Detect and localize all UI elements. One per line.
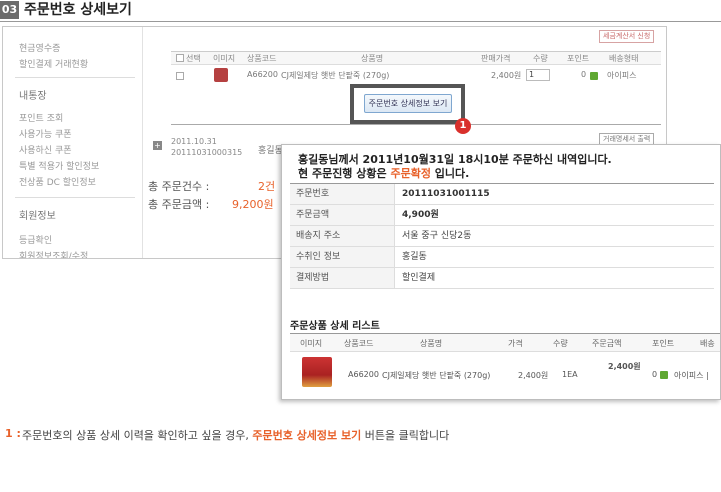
order-number: 20111031000315 [171, 148, 243, 157]
info-row: 주문번호 20111031001115 [290, 184, 714, 205]
col-header: 이미지 [300, 339, 323, 348]
sidebar-divider [15, 77, 135, 78]
col-header: 상품명 [361, 54, 384, 63]
caption-text: 주문번호의 상품 상세 이력을 확인하고 싶을 경우, 주문번호 상세정보 보기… [22, 427, 449, 443]
order-table-header: 선택 이미지 상품코드 상품명 판매가격 수량 포인트 배송형태 [171, 51, 661, 65]
col-header: 상품코드 [247, 54, 277, 63]
col-header: 이미지 [213, 54, 236, 63]
info-value: 할인결제 [402, 273, 436, 283]
col-header: 배송형태 [609, 54, 639, 63]
product-name: CJ제일제당 햇반 단팥죽 (270g) [281, 71, 390, 80]
sidebar-item-cash-receipt[interactable]: 현금영수증 [19, 43, 60, 55]
info-label: 수취인 정보 [290, 247, 395, 267]
row-checkbox[interactable] [176, 72, 184, 80]
sidebar-divider [15, 197, 135, 198]
product-amount: 2,400원 [608, 362, 641, 371]
col-header: 판매가격 [481, 54, 511, 63]
product-thumbnail [214, 68, 228, 82]
info-value: 20111031001115 [402, 189, 490, 199]
order-status-message: 현 주문진행 상황은 주문확정 입니다. [298, 165, 469, 181]
col-header: 포인트 [567, 54, 590, 63]
caption-after: 버튼을 클릭합니다 [361, 429, 450, 442]
table-row: A66200 CJ제일제당 햇반 단팥죽 (270g) 2,400원 1 0 아… [171, 67, 661, 85]
product-image [302, 357, 332, 387]
order-count-label: 총 주문건수 : [148, 180, 210, 193]
caption-number: 1 : [5, 427, 21, 440]
col-header: 선택 [186, 54, 201, 63]
section-number-badge: 03 [0, 1, 19, 19]
product-qty: 1EA [562, 370, 578, 379]
order-count-value: 2건 [258, 180, 276, 193]
orderer-name: 홍길동 [258, 146, 283, 156]
info-value: 서울 중구 신당2동 [402, 231, 472, 241]
sidebar-item-grade[interactable]: 등급확인 [19, 235, 52, 247]
tax-invoice-button[interactable]: 세금계산서 신청 [599, 30, 655, 43]
sidebar-item-member-info[interactable]: 회원정보조회/수정 [19, 251, 88, 258]
sidebar-group-title: 내통장 [19, 91, 47, 102]
point-icon [660, 371, 668, 379]
order-detail-button[interactable]: 주문번호 상세정보 보기 [364, 94, 452, 113]
header-divider [0, 21, 721, 22]
status-suffix: 입니다. [430, 167, 470, 180]
quantity-input[interactable]: 1 [526, 69, 550, 81]
sidebar: 현금영수증 할인결제 거래현황 내통장 포인트 조회 사용가능 쿠폰 사용하신 … [3, 27, 143, 258]
status-prefix: 현 주문진행 상황은 [298, 167, 391, 180]
col-header: 가격 [508, 339, 523, 348]
caption-before: 주문번호의 상품 상세 이력을 확인하고 싶을 경우, [22, 429, 253, 442]
col-header: 주문금액 [592, 339, 622, 348]
order-date: 2011.10.31 [171, 137, 217, 146]
highlight-box: 주문번호 상세정보 보기 [350, 84, 465, 124]
order-date-number: 2011.10.31 20111031000315 [171, 136, 242, 158]
section-header: 03 주문번호 상세보기 [0, 0, 721, 22]
info-row: 주문금액 4,900원 [290, 205, 714, 226]
sidebar-item-dc-info[interactable]: 전상품 DC 할인정보 [19, 177, 96, 189]
product-code: A66200 [348, 370, 379, 379]
caption-highlight: 주문번호 상세정보 보기 [252, 429, 362, 442]
row-divider [171, 124, 661, 125]
sidebar-item-used-coupons[interactable]: 사용하신 쿠폰 [19, 145, 72, 157]
sidebar-item-points[interactable]: 포인트 조회 [19, 113, 63, 125]
select-all-checkbox[interactable] [176, 54, 184, 62]
sidebar-item-coupons[interactable]: 사용가능 쿠폰 [19, 129, 72, 141]
sidebar-item-special-price[interactable]: 특별 적용가 할인정보 [19, 161, 99, 173]
info-label: 결제방법 [290, 268, 395, 288]
product-price: 2,400원 [518, 371, 549, 380]
col-header: 수량 [533, 54, 548, 63]
info-row: 결제방법 할인결제 [290, 268, 714, 289]
col-header: 배송 [700, 339, 715, 348]
product-point: 0 [652, 370, 658, 379]
col-header: 상품명 [420, 339, 443, 348]
product-list-title: 주문상품 상세 리스트 [290, 321, 380, 332]
section-title: 주문번호 상세보기 [24, 2, 132, 18]
info-label: 배송지 주소 [290, 226, 395, 246]
info-value: 홍길동 [402, 252, 427, 262]
point-icon [590, 72, 598, 80]
info-row: 배송지 주소 서울 중구 신당2동 [290, 226, 714, 247]
info-label: 주문번호 [290, 184, 395, 204]
product-name: CJ제일제당 햇반 단팥죽 (270g) [382, 371, 491, 380]
order-amount-label: 총 주문금액 : [148, 198, 210, 211]
order-summary: 총 주문건수 : 2건 총 주문금액 : 9,200원 [148, 172, 283, 214]
order-info-table: 주문번호 20111031001115 주문금액 4,900원 배송지 주소 서울 중… [290, 183, 714, 289]
sidebar-group-title: 회원정보 [19, 211, 56, 222]
product-list-header: 이미지 상품코드 상품명 가격 수량 주문금액 포인트 배송 [290, 333, 720, 352]
expand-plus-icon[interactable]: + [153, 141, 162, 150]
info-label: 주문금액 [290, 205, 395, 225]
info-value: 4,900원 [402, 210, 439, 220]
col-header: 수량 [553, 339, 568, 348]
sidebar-item-discount-history[interactable]: 할인결제 거래현황 [19, 59, 88, 71]
order-status: 주문확정 [390, 167, 431, 180]
delivery-type: 아이피스 | [674, 371, 709, 380]
order-detail-popup: 홍길동님께서 2011년10월31일 18시10분 주문하신 내역입니다. 현 … [281, 144, 721, 400]
product-price: 2,400원 [491, 71, 522, 80]
product-code: A66200 [247, 70, 278, 79]
order-amount-value: 9,200원 [232, 198, 274, 211]
step-marker: 1 [455, 118, 471, 134]
col-header: 포인트 [652, 339, 675, 348]
info-row: 수취인 정보 홍길동 [290, 247, 714, 268]
product-point: 0 [581, 70, 587, 79]
col-header: 상품코드 [344, 339, 374, 348]
table-row: A66200 CJ제일제당 햇반 단팥죽 (270g) 2,400원 1EA 2… [290, 353, 720, 393]
delivery-type: 아이피스 [607, 71, 637, 80]
